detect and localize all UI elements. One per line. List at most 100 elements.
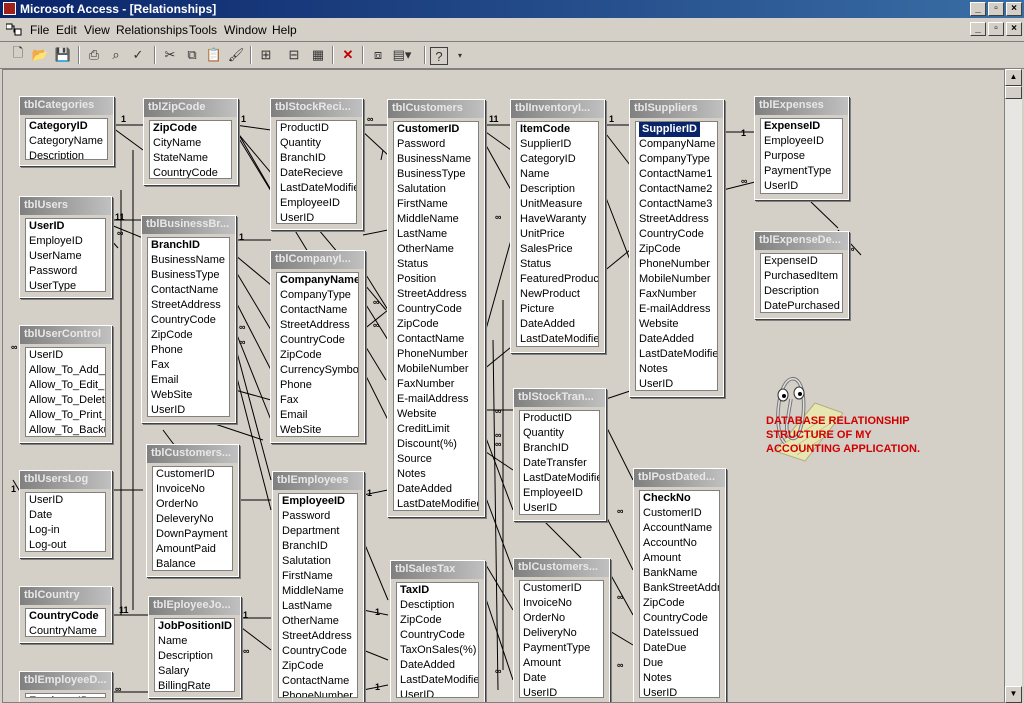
field-item[interactable]: Description: [26, 149, 107, 159]
field-item[interactable]: CountryCode: [26, 609, 105, 624]
field-item[interactable]: LastName: [394, 227, 478, 242]
menu-window[interactable]: Window: [224, 23, 267, 37]
field-item[interactable]: UserID: [397, 688, 478, 697]
field-item[interactable]: PaymentType: [761, 164, 842, 179]
scroll-up-arrow-icon[interactable]: ▲: [1005, 69, 1022, 86]
field-item[interactable]: BranchID: [520, 441, 599, 456]
field-list[interactable]: CountryCode CountryName: [25, 608, 106, 637]
field-item[interactable]: CategoryName: [26, 134, 107, 149]
relationships-window-icon[interactable]: [6, 23, 22, 36]
format-painter-icon[interactable]: 🖌: [226, 45, 246, 65]
field-item[interactable]: BankStreetAddre: [640, 581, 719, 596]
table-window[interactable]: tblExpenseDe... ExpenseID PurchasedItem Des…: [754, 231, 849, 319]
field-item[interactable]: ExpenseID: [761, 254, 842, 269]
field-item[interactable]: Phone: [148, 343, 229, 358]
access-app-icon[interactable]: [3, 2, 16, 15]
table-window[interactable]: tblStockTran... ProductID Quantity BranchID…: [513, 388, 606, 521]
field-item[interactable]: CompanyType: [277, 288, 358, 303]
field-item[interactable]: BankName: [640, 566, 719, 581]
field-item[interactable]: CheckNo: [640, 491, 719, 506]
field-item[interactable]: BusinessType: [148, 268, 229, 283]
table-title[interactable]: tblBusinessBr...: [142, 216, 235, 234]
table-window[interactable]: tblEployeeJo... JobPositionID Name Descript…: [148, 596, 241, 698]
field-item[interactable]: CategoryID: [517, 152, 598, 167]
field-item[interactable]: Allow_To_Add_R: [26, 363, 105, 378]
field-item[interactable]: CompanyName: [636, 137, 717, 152]
field-item[interactable]: Description: [761, 284, 842, 299]
field-item[interactable]: Log-in: [26, 523, 105, 538]
field-item[interactable]: FirstName: [279, 569, 357, 584]
field-item[interactable]: InvoiceNo: [153, 482, 232, 497]
field-item[interactable]: AmountPaid: [153, 542, 232, 557]
field-item[interactable]: StreetAddress: [279, 629, 357, 644]
field-item[interactable]: TaxOnSales(%): [397, 643, 478, 658]
table-title[interactable]: tblEmployees: [273, 472, 363, 490]
field-list[interactable]: TaxID Desctiption ZipCode CountryCode TaxOnS…: [396, 582, 479, 698]
show-table-icon[interactable]: ⊞: [256, 45, 276, 65]
field-item[interactable]: EmployeeID: [277, 196, 356, 211]
field-item[interactable]: Amount: [640, 551, 719, 566]
table-title[interactable]: tblCategories: [20, 97, 113, 115]
field-list[interactable]: ProductID Quantity BranchID DateTransfer Las…: [519, 410, 600, 515]
field-item[interactable]: DeleveryNo: [153, 512, 232, 527]
field-item[interactable]: CountryCode: [277, 333, 358, 348]
field-item[interactable]: Status: [394, 257, 478, 272]
field-item[interactable]: PaymentType: [520, 641, 603, 656]
field-item[interactable]: OrderNo: [520, 611, 603, 626]
field-item[interactable]: LastDateModified: [517, 332, 598, 346]
table-window[interactable]: tblStockReci... ProductID Quantity BranchID…: [270, 98, 363, 230]
relationships-icon[interactable]: ⧈: [368, 45, 388, 65]
field-item[interactable]: DateTransfer: [520, 456, 599, 471]
maximize-button[interactable]: ▫: [988, 2, 1004, 16]
field-list[interactable]: CheckNo CustomerID AccountName AccountNo Amo…: [639, 490, 720, 698]
field-item[interactable]: CountryCode: [636, 227, 717, 242]
copy-icon[interactable]: ⧉: [182, 45, 202, 65]
field-item[interactable]: EmployeeID: [26, 694, 105, 697]
field-item[interactable]: StreetAddress: [148, 298, 229, 313]
table-title[interactable]: tblUsers: [20, 197, 111, 215]
table-window[interactable]: tblEmployees EmployeeID Password Department…: [272, 471, 364, 702]
field-item[interactable]: Purpose: [761, 149, 842, 164]
field-item[interactable]: Notes: [636, 362, 717, 377]
field-item[interactable]: E-mailAddress: [636, 302, 717, 317]
field-item[interactable]: Amount: [520, 656, 603, 671]
table-title[interactable]: tblCountry: [20, 587, 111, 605]
field-item[interactable]: AccountName: [640, 521, 719, 536]
field-item[interactable]: BranchID: [148, 238, 229, 253]
table-title[interactable]: tblStockTran...: [514, 389, 605, 407]
field-item[interactable]: FaxNumber: [636, 287, 717, 302]
field-item[interactable]: CustomerID: [153, 467, 232, 482]
field-item[interactable]: PhoneNumber: [394, 347, 478, 362]
field-item[interactable]: Name: [517, 167, 598, 182]
table-title[interactable]: tblCustomers...: [147, 445, 238, 463]
field-item[interactable]: DateRecieve: [277, 166, 356, 181]
table-window[interactable]: tblCountry CountryCode CountryName: [19, 586, 112, 643]
field-item[interactable]: DatePurchased: [761, 299, 842, 312]
field-item[interactable]: CompanyType: [636, 152, 717, 167]
table-window[interactable]: tblSuppliers SupplierID CompanyName Company…: [629, 99, 724, 397]
field-list[interactable]: CategoryID CategoryName Description: [25, 118, 108, 160]
field-list[interactable]: ZipCode CityName StateName CountryCode: [149, 120, 232, 179]
field-item[interactable]: PurchasedItem: [761, 269, 842, 284]
field-item[interactable]: StreetAddress: [636, 212, 717, 227]
field-list[interactable]: ExpenseID EmployeeID Purpose PaymentType Use…: [760, 118, 843, 194]
cut-icon[interactable]: ✂: [160, 45, 180, 65]
field-item[interactable]: CountryCode: [640, 611, 719, 626]
field-item[interactable]: InvoiceNo: [520, 596, 603, 611]
field-item[interactable]: EmployeeID: [761, 134, 842, 149]
field-list[interactable]: UserID EmployeID UserName Password UserType: [25, 218, 106, 292]
child-minimize-button[interactable]: _: [970, 22, 986, 36]
field-item[interactable]: CityName: [150, 136, 231, 151]
field-item[interactable]: ZipCode: [277, 348, 358, 363]
field-item[interactable]: StreetAddress: [277, 318, 358, 333]
menu-edit[interactable]: Edit: [56, 23, 77, 37]
field-item[interactable]: Allow_To_Print_F: [26, 408, 105, 423]
field-item[interactable]: Balance: [153, 557, 232, 570]
menu-view[interactable]: View: [84, 23, 110, 37]
field-item[interactable]: UserID: [520, 501, 599, 514]
field-item[interactable]: UserID: [636, 377, 717, 390]
field-item[interactable]: SupplierID: [636, 122, 717, 137]
field-item[interactable]: Salary: [155, 664, 234, 679]
field-item[interactable]: ItemCode: [517, 122, 598, 137]
field-item[interactable]: ExpenseID: [761, 119, 842, 134]
